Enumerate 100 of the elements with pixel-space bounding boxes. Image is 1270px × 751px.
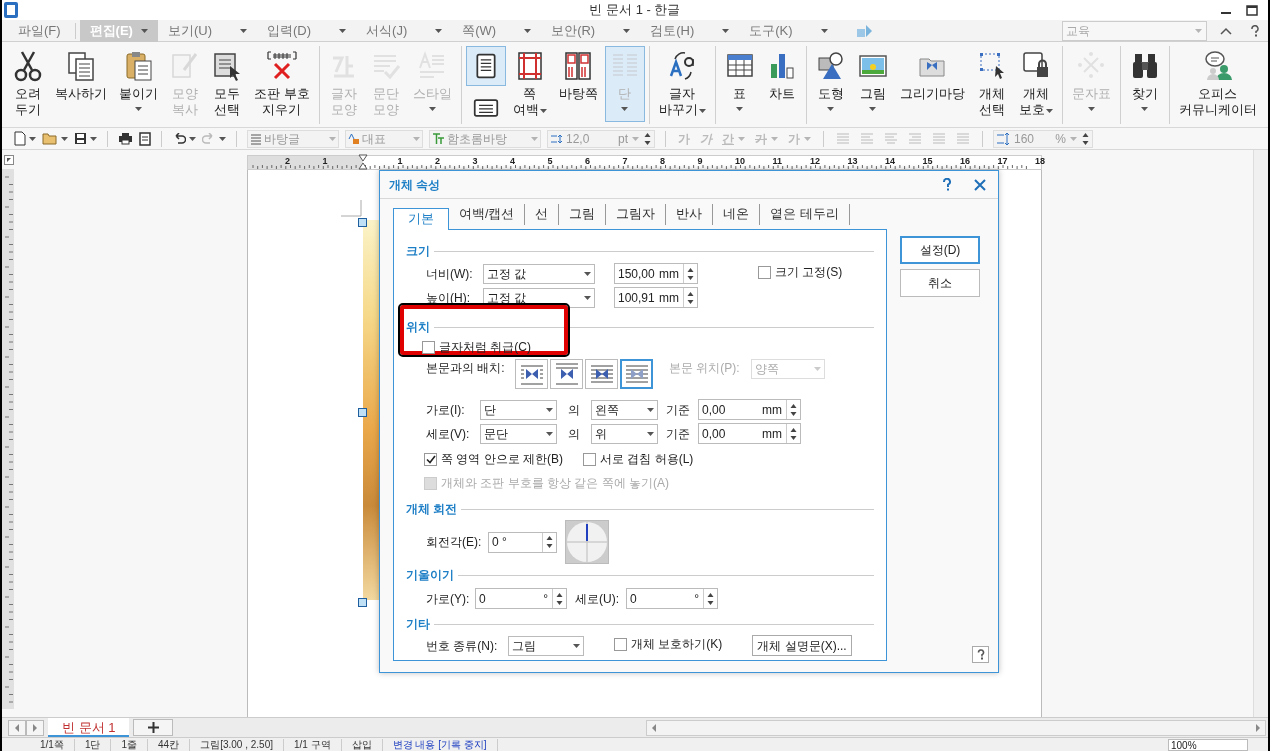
dialog-title: 개체 속성 [389, 176, 441, 194]
scroll-right-icon [1254, 722, 1262, 733]
ribbon-button[interactable]: 도형 [810, 46, 851, 122]
ribbon-button[interactable]: 찾기 [1124, 46, 1165, 122]
ribbon-button[interactable]: 표 [719, 46, 760, 122]
zoom-field[interactable]: 100% [1168, 738, 1248, 751]
menu-tab[interactable]: 입력(D) [257, 19, 357, 42]
field-label: 기준 [666, 401, 690, 419]
copy-icon [66, 50, 96, 82]
ribbon-button[interactable]: 글자 바꾸기 [653, 46, 711, 122]
wrap-option-button[interactable] [550, 359, 583, 389]
ribbon-button[interactable]: 개체 선택 [971, 46, 1012, 122]
status-item: 삽입 [341, 738, 383, 751]
add-tab-button[interactable] [133, 719, 174, 736]
save-button[interactable] [74, 132, 97, 145]
help-icon [1250, 24, 1260, 37]
number-type-dropdown[interactable]: 그림 [508, 635, 584, 656]
checkbox[interactable]: 개체 보호하기(K) [614, 635, 723, 653]
size-field[interactable]: 150,00 mm [614, 263, 698, 284]
window-title: 빈 문서 1 - 한글 [589, 2, 681, 18]
selection-handle[interactable] [358, 218, 367, 227]
caret-icon [219, 136, 226, 141]
menu-tab[interactable]: 쪽(W) [452, 19, 542, 42]
caret-icon [90, 136, 97, 141]
reference-dropdown[interactable]: 단 [480, 399, 557, 420]
spin-arrows-icon [545, 533, 554, 551]
dialog-tab[interactable]: 선 [525, 204, 560, 225]
ribbon-button[interactable]: 오피스 커뮤니케이터 [1173, 46, 1262, 122]
checkbox[interactable]: 글자처럼 취급(C) [422, 338, 531, 356]
skew-field[interactable]: 0 ° [475, 588, 567, 609]
size-mode-dropdown[interactable]: 고정 값 [483, 263, 595, 284]
dialog-tab[interactable]: 반사 [666, 204, 714, 225]
menu-tab[interactable]: 보기(U) [157, 19, 257, 42]
align-icon [884, 132, 898, 145]
field-label: 너비(W): [426, 265, 474, 283]
dialog-tab[interactable]: 그림 [559, 204, 607, 225]
ribbon-button[interactable]: 바탕쪽 [553, 46, 603, 122]
new-document-button[interactable] [14, 131, 36, 146]
ruler-number: 4 [510, 155, 515, 168]
ribbon-button[interactable]: 그림 [852, 46, 893, 122]
caret-icon [771, 136, 778, 141]
horizontal-scrollbar[interactable] [646, 719, 1266, 736]
offset-field[interactable]: 0,00 mm [698, 399, 801, 420]
ribbon-button[interactable]: 복사하기 [50, 46, 112, 122]
reference-dropdown[interactable]: 문단 [480, 423, 557, 444]
page-view-button[interactable] [465, 46, 506, 86]
wrap-option-button[interactable] [515, 359, 548, 389]
dialog-tab[interactable]: 기본 [393, 208, 449, 230]
wrap-option-button[interactable] [620, 359, 653, 389]
dialog-tab[interactable]: 옅은 테두리 [760, 204, 850, 225]
align-icon [836, 132, 850, 145]
wrap-option-button[interactable] [585, 359, 618, 389]
scissors-icon [13, 50, 43, 82]
dialog-tab[interactable]: 네온 [713, 204, 761, 225]
anchor-dropdown[interactable]: 위 [591, 423, 658, 444]
caret-icon [531, 136, 538, 141]
ribbon-button[interactable]: 차트 [761, 46, 802, 122]
ribbon-button[interactable]: 그리기마당 [894, 46, 970, 122]
menu-tab[interactable]: 서식(J) [356, 19, 453, 42]
ribbon-button[interactable]: 쪽 여백 [507, 46, 552, 122]
preview-button[interactable] [139, 131, 151, 146]
object-description-button[interactable]: 개체 설명문(X)... [752, 635, 852, 656]
open-folder-button[interactable] [42, 132, 68, 145]
checkbox[interactable]: 크기 고정(S) [758, 263, 843, 281]
print-button[interactable] [118, 132, 133, 145]
ribbon-button[interactable]: 오려 두기 [8, 46, 48, 122]
help-button[interactable] [972, 646, 989, 663]
search-field[interactable]: 교육 [1062, 20, 1207, 41]
redo-button[interactable] [202, 132, 226, 145]
checkbox[interactable]: 서로 겹침 허용(L) [583, 450, 694, 468]
dialog-button[interactable]: 설정(D) [900, 236, 980, 264]
anchor-dropdown[interactable]: 왼쪽 [591, 399, 658, 420]
ribbon-button[interactable]: 개체 보호 [1013, 46, 1058, 122]
plus-icon [147, 722, 159, 733]
ribbon-button[interactable]: 붙이기 [114, 46, 163, 122]
field-label: 세로(U): [575, 590, 620, 608]
menu-tab[interactable]: 보안(R) [541, 19, 641, 42]
dialog-tab[interactable]: 그림자 [606, 204, 667, 225]
dialog-button[interactable]: 취소 [900, 269, 980, 297]
menu-tab[interactable]: 파일(F) [8, 19, 71, 42]
ribbon-button[interactable]: 조판 부호 지우기 [249, 46, 315, 122]
rotation-angle-field[interactable]: 0 ° [488, 531, 557, 553]
vertical-scrollbar[interactable] [1253, 150, 1268, 717]
checkbox[interactable]: 쪽 영역 안으로 제한(B) [424, 450, 563, 468]
undo-button[interactable] [172, 132, 196, 145]
document-tab[interactable]: 빈 문서 1 [48, 718, 130, 737]
menu-tab[interactable]: 도구(K) [739, 19, 838, 42]
ruler-number: 13 [847, 155, 858, 168]
dialog-tab[interactable]: 여백/캡션 [449, 204, 526, 225]
caret-icon [647, 431, 654, 436]
menu-tab[interactable]: 검토(H) [640, 19, 740, 42]
ruler-number: 6 [585, 155, 590, 168]
align-icon [932, 132, 946, 145]
ruler-number: 5 [547, 155, 553, 168]
ribbon-button[interactable]: 모두 선택 [207, 46, 247, 122]
size-field[interactable]: 100,91 mm [614, 287, 698, 308]
selection-handle[interactable] [358, 598, 367, 607]
skew-field[interactable]: 0 ° [626, 588, 718, 609]
selection-handle[interactable] [358, 408, 367, 417]
offset-field[interactable]: 0,00 mm [698, 423, 801, 444]
